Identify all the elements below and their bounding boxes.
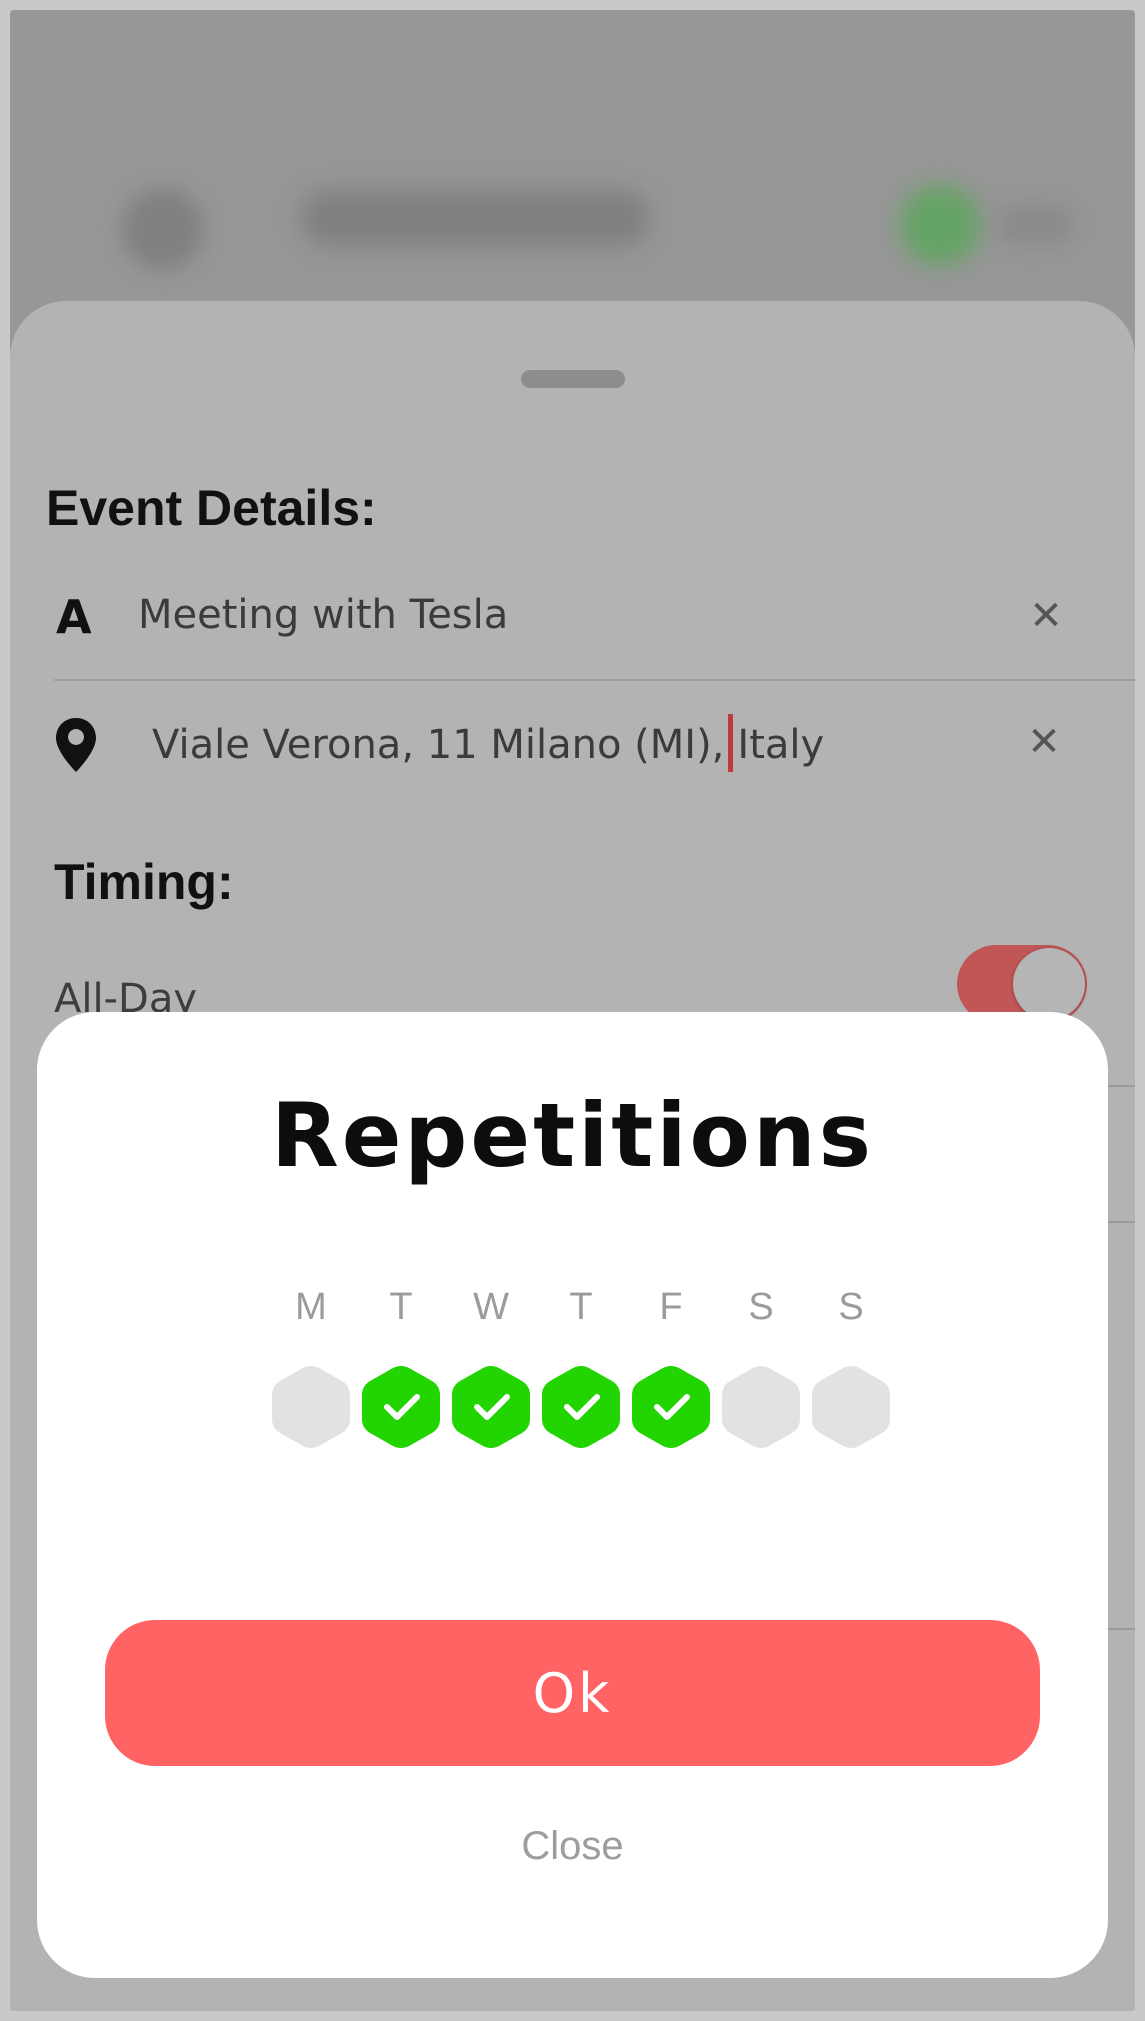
map-pin-icon <box>54 716 110 776</box>
hexagon-unselected-icon[interactable] <box>722 1364 800 1450</box>
avatar <box>122 188 204 270</box>
toggle-knob <box>1013 948 1085 1020</box>
text-cursor <box>728 714 734 772</box>
close-button[interactable]: Close <box>37 1824 1108 1869</box>
ok-button[interactable]: Ok <box>105 1620 1040 1766</box>
weekday-monday[interactable]: M <box>272 1286 350 1476</box>
weekday-letter: S <box>838 1286 864 1328</box>
event-location-field[interactable]: Viale Verona, 11 Milano (MI), Italy ✕ <box>54 706 1135 806</box>
hexagon-unselected-icon[interactable] <box>272 1364 350 1450</box>
location-text-after-cursor: Italy <box>737 722 825 768</box>
dialog-title: Repetitions <box>270 1084 875 1187</box>
weekday-tuesday[interactable]: T <box>362 1286 440 1476</box>
row-divider <box>1105 1221 1135 1223</box>
checkmark-icon[interactable] <box>362 1364 440 1450</box>
weekday-letter: M <box>295 1286 327 1328</box>
weekday-thursday[interactable]: T <box>542 1286 620 1476</box>
phone-screen: Event Details: A Meeting with Tesla ✕ Vi… <box>10 10 1135 2011</box>
row-divider <box>1105 1628 1135 1630</box>
header-title <box>300 190 650 246</box>
hexagon-unselected-icon[interactable] <box>812 1364 890 1450</box>
checkmark-icon[interactable] <box>452 1364 530 1450</box>
weekday-saturday[interactable]: S <box>722 1286 800 1476</box>
field-divider <box>54 679 1135 681</box>
status-label <box>995 205 1075 245</box>
location-text-before-cursor: Viale Verona, 11 Milano (MI), <box>152 722 725 768</box>
weekday-letter: W <box>473 1286 509 1328</box>
repetitions-dialog: Repetitions M T W T F S S Ok Close <box>37 1012 1108 1978</box>
event-title-value[interactable]: Meeting with Tesla <box>138 592 508 638</box>
text-a-icon: A <box>56 590 92 644</box>
event-title-field[interactable]: A Meeting with Tesla ✕ <box>54 580 1135 680</box>
app-header-blurred <box>10 10 1135 300</box>
weekday-letter: T <box>389 1286 413 1328</box>
weekday-selector: M T W T F S S <box>272 1286 902 1448</box>
weekday-letter: F <box>659 1286 683 1328</box>
timing-heading: Timing: <box>54 854 234 910</box>
weekday-letter: S <box>748 1286 774 1328</box>
weekday-wednesday[interactable]: W <box>452 1286 530 1476</box>
sheet-drag-handle[interactable] <box>521 370 625 388</box>
status-indicator <box>900 185 980 265</box>
close-icon[interactable]: ✕ <box>1024 594 1068 638</box>
checkmark-icon[interactable] <box>632 1364 710 1450</box>
weekday-friday[interactable]: F <box>632 1286 710 1476</box>
weekday-letter: T <box>569 1286 593 1328</box>
checkmark-icon[interactable] <box>542 1364 620 1450</box>
event-details-heading: Event Details: <box>46 480 377 536</box>
weekday-sunday[interactable]: S <box>812 1286 890 1476</box>
row-divider <box>1105 1085 1135 1087</box>
close-icon[interactable]: ✕ <box>1022 720 1066 764</box>
event-location-value[interactable]: Viale Verona, 11 Milano (MI), Italy <box>152 714 825 776</box>
